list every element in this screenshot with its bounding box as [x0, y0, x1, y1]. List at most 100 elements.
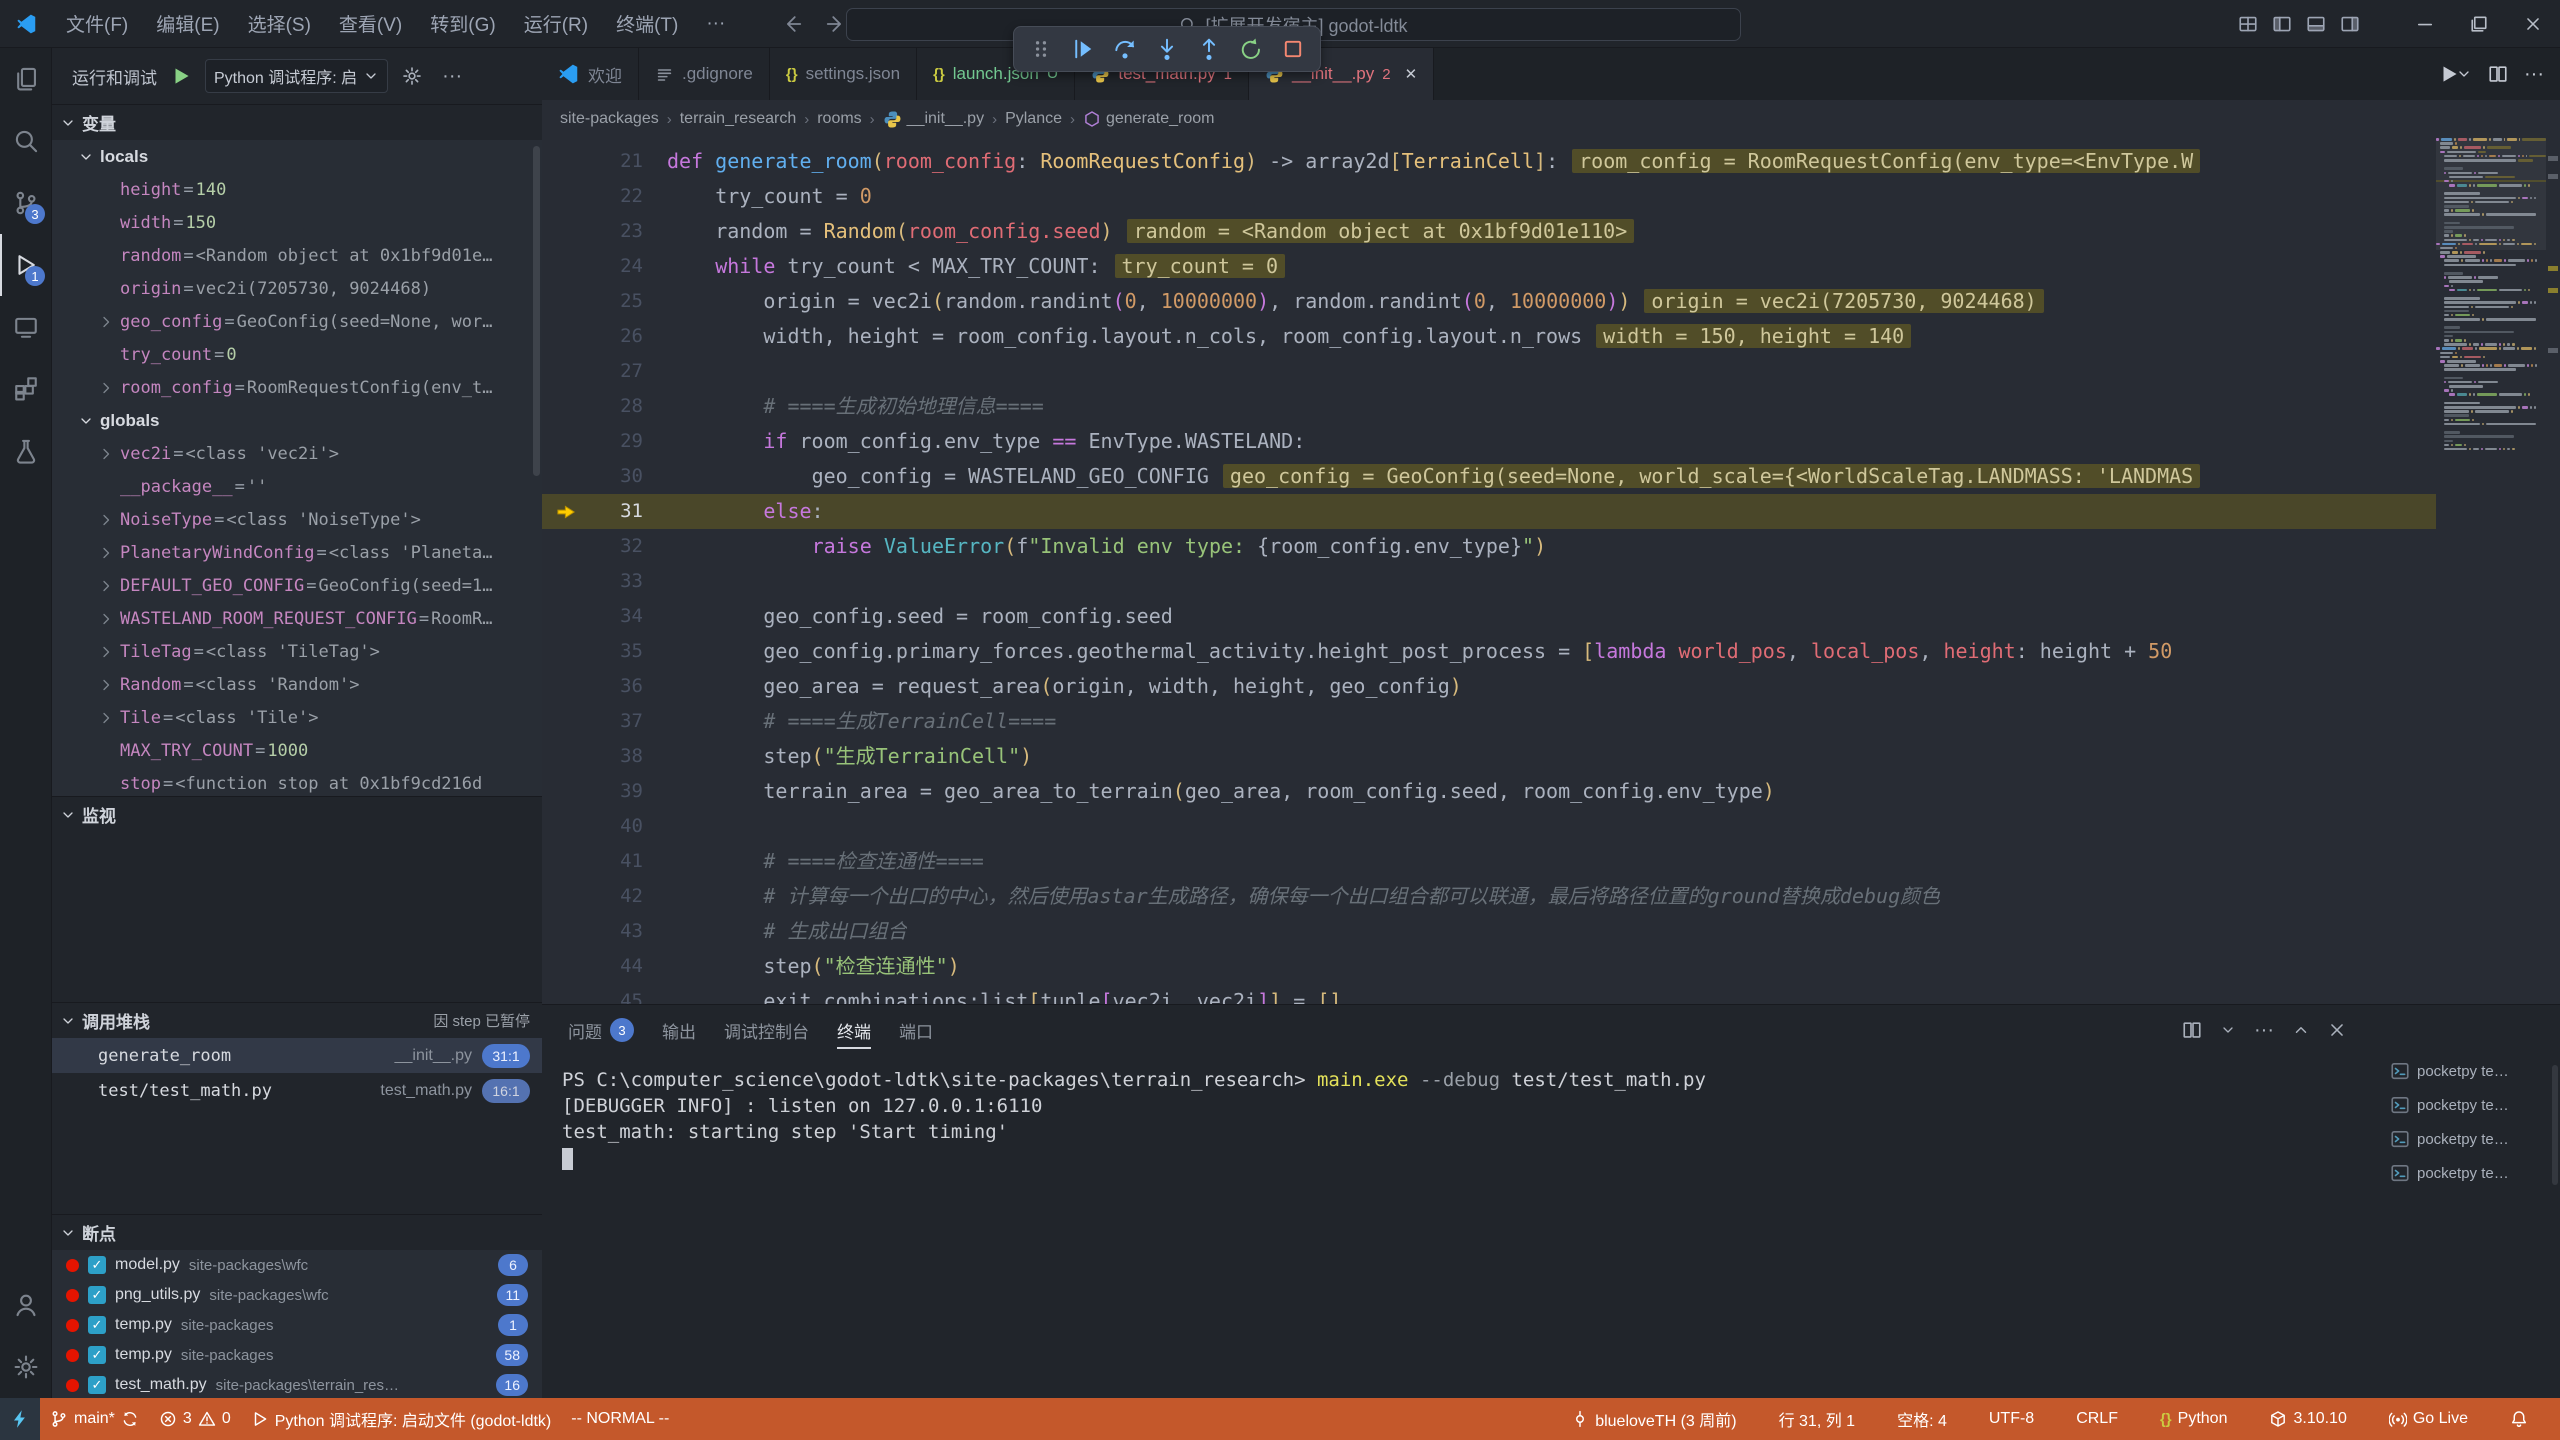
menu-item-R[interactable]: 运行(R): [510, 0, 602, 48]
breakpoint-checkbox[interactable]: ✓: [88, 1346, 106, 1364]
statusbar-problems[interactable]: 30: [149, 1398, 241, 1440]
gutter-line-number[interactable]: 39: [542, 774, 667, 809]
statusbar-vim-mode[interactable]: -- NORMAL --: [561, 1398, 679, 1440]
breadcrumb-item[interactable]: Pylance: [1005, 110, 1062, 128]
start-debug-button[interactable]: [165, 60, 197, 92]
menu-item-[interactable]: ···: [692, 0, 739, 48]
gutter-line-number[interactable]: 30: [542, 459, 667, 494]
code-line[interactable]: 40: [542, 809, 2436, 844]
code-line[interactable]: 30geo_config = WASTELAND_GEO_CONFIGgeo_c…: [542, 459, 2436, 494]
split-terminal-button[interactable]: [2182, 1020, 2202, 1040]
code-line[interactable]: 27: [542, 354, 2436, 389]
breakpoint-row[interactable]: ✓temp.pysite-packages58: [52, 1340, 542, 1370]
breakpoint-row[interactable]: ✓test_math.pysite-packages\terrain_res…1…: [52, 1370, 542, 1398]
code-line[interactable]: 44step("检查连通性"): [542, 949, 2436, 984]
menu-item-T[interactable]: 终端(T): [602, 0, 692, 48]
back-icon[interactable]: [775, 7, 809, 41]
variable-row[interactable]: TileTag = <class 'TileTag'>: [52, 635, 542, 668]
gutter-line-number[interactable]: 35: [542, 634, 667, 669]
code-line[interactable]: 35geo_config.primary_forces.geothermal_a…: [542, 634, 2436, 669]
statusbar-eol[interactable]: CRLF: [2066, 1398, 2128, 1440]
menu-item-V[interactable]: 查看(V): [325, 0, 416, 48]
terminal-output[interactable]: PS C:\computer_science\godot-ldtk\site-p…: [542, 1055, 2560, 1170]
code-line[interactable]: 24while try_count < MAX_TRY_COUNT:try_co…: [542, 249, 2436, 284]
gutter-line-number[interactable]: 31: [542, 494, 667, 529]
gutter-line-number[interactable]: 29: [542, 424, 667, 459]
breakpoints-section-header[interactable]: 断点: [52, 1214, 542, 1250]
statusbar-notifications[interactable]: [2500, 1398, 2538, 1440]
gutter-line-number[interactable]: 34: [542, 599, 667, 634]
menu-item-S[interactable]: 选择(S): [234, 0, 325, 48]
gutter-line-number[interactable]: 21: [542, 144, 667, 179]
scope-globals[interactable]: globals: [52, 404, 542, 437]
breakpoint-row[interactable]: ✓model.pysite-packages\wfc6: [52, 1250, 542, 1280]
breadcrumb-item[interactable]: terrain_research: [680, 110, 797, 128]
code-line[interactable]: 36geo_area = request_area(origin, width,…: [542, 669, 2436, 704]
activitybar-settings[interactable]: [0, 1336, 52, 1398]
tab-settings.json[interactable]: {}settings.json: [770, 48, 917, 100]
terminal-session-item[interactable]: pocketpy te…: [2390, 1091, 2550, 1119]
variable-row[interactable]: geo_config = GeoConfig(seed=None, wor…: [52, 305, 542, 338]
code-line[interactable]: 34geo_config.seed = room_config.seed: [542, 599, 2436, 634]
step-out-button[interactable]: [1190, 30, 1228, 68]
activitybar-account[interactable]: [0, 1274, 52, 1336]
terminal-session-item[interactable]: pocketpy te…: [2390, 1057, 2550, 1085]
gutter-line-number[interactable]: 23: [542, 214, 667, 249]
gutter-line-number[interactable]: 40: [542, 809, 667, 844]
panel-tab-调试控制台[interactable]: 调试控制台: [712, 1005, 821, 1055]
tab-.gdignore[interactable]: .gdignore: [639, 48, 770, 100]
minimap[interactable]: [2436, 138, 2546, 478]
code-line[interactable]: 33: [542, 564, 2436, 599]
variable-row[interactable]: stop = <function stop at 0x1bf9cd216d: [52, 767, 542, 796]
code-line[interactable]: 28# ====生成初始地理信息====: [542, 389, 2436, 424]
activitybar-run-and-debug[interactable]: 1: [0, 234, 52, 296]
gutter-line-number[interactable]: 28: [542, 389, 667, 424]
layout-panel-icon[interactable]: [2306, 14, 2326, 34]
gutter-line-number[interactable]: 24: [542, 249, 667, 284]
statusbar-go-live[interactable]: Go Live: [2379, 1398, 2478, 1440]
continue-button[interactable]: [1064, 30, 1102, 68]
restart-button[interactable]: [1232, 30, 1270, 68]
close-panel-button[interactable]: [2328, 1021, 2346, 1039]
activitybar-explorer[interactable]: [0, 48, 52, 110]
statusbar-debug-session[interactable]: Python 调试程序: 启动文件 (godot-ldtk): [241, 1398, 562, 1440]
views-more-actions-button[interactable]: ···: [436, 60, 468, 92]
breakpoint-checkbox[interactable]: ✓: [88, 1286, 106, 1304]
gutter-line-number[interactable]: 37: [542, 704, 667, 739]
variable-row[interactable]: origin = vec2i(7205730, 9024468): [52, 272, 542, 305]
gutter-line-number[interactable]: 32: [542, 529, 667, 564]
more-actions-button[interactable]: ···: [2524, 63, 2544, 86]
activitybar-extensions[interactable]: [0, 358, 52, 420]
gutter-line-number[interactable]: 45: [542, 984, 667, 1004]
call-stack-section-header[interactable]: 调用堆栈 因 step 已暂停: [52, 1002, 542, 1038]
variable-row[interactable]: NoiseType = <class 'NoiseType'>: [52, 503, 542, 536]
variable-row[interactable]: room_config = RoomRequestConfig(env_t…: [52, 371, 542, 404]
code-line[interactable]: 37# ====生成TerrainCell====: [542, 704, 2436, 739]
statusbar-cursor-position[interactable]: 行 31, 列 1: [1769, 1398, 1865, 1440]
breadcrumb-item[interactable]: rooms: [817, 110, 861, 128]
code-line[interactable]: 42# 计算每一个出口的中心，然后使用astar生成路径，确保每一个出口组合都可…: [542, 879, 2436, 914]
variable-row[interactable]: PlanetaryWindConfig = <class 'Planeta…: [52, 536, 542, 569]
code-line[interactable]: 21def generate_room(room_config: RoomReq…: [542, 144, 2436, 179]
window-close-icon[interactable]: [2506, 0, 2560, 48]
layout-grid-icon[interactable]: [2238, 14, 2258, 34]
gutter-line-number[interactable]: 27: [542, 354, 667, 389]
code-line[interactable]: 45exit_combinations:list[tuple[vec2i, ve…: [542, 984, 2436, 1004]
maximize-panel-button[interactable]: [2292, 1021, 2310, 1039]
panel-tab-问题[interactable]: 问题3: [556, 1005, 646, 1055]
variable-row[interactable]: Tile = <class 'Tile'>: [52, 701, 542, 734]
variable-row[interactable]: WASTELAND_ROOM_REQUEST_CONFIG = RoomR…: [52, 602, 542, 635]
scope-locals[interactable]: locals: [52, 140, 542, 173]
menu-item-G[interactable]: 转到(G): [416, 0, 509, 48]
code-line[interactable]: 25origin = vec2i(random.randint(0, 10000…: [542, 284, 2436, 319]
code-line[interactable]: 26width, height = room_config.layout.n_c…: [542, 319, 2436, 354]
terminal-session-item[interactable]: pocketpy te…: [2390, 1159, 2550, 1187]
code-line[interactable]: 41# ====检查连通性====: [542, 844, 2436, 879]
stack-frame[interactable]: test/test_math.pytest_math.py16:1: [52, 1073, 542, 1108]
breadcrumb-item[interactable]: site-packages: [560, 110, 659, 128]
statusbar-interpreter[interactable]: 3.10.10: [2259, 1398, 2356, 1440]
step-over-button[interactable]: [1106, 30, 1144, 68]
chevron-down-icon[interactable]: [2220, 1022, 2236, 1038]
run-python-file-button[interactable]: [2438, 63, 2472, 85]
stop-button[interactable]: [1274, 30, 1312, 68]
